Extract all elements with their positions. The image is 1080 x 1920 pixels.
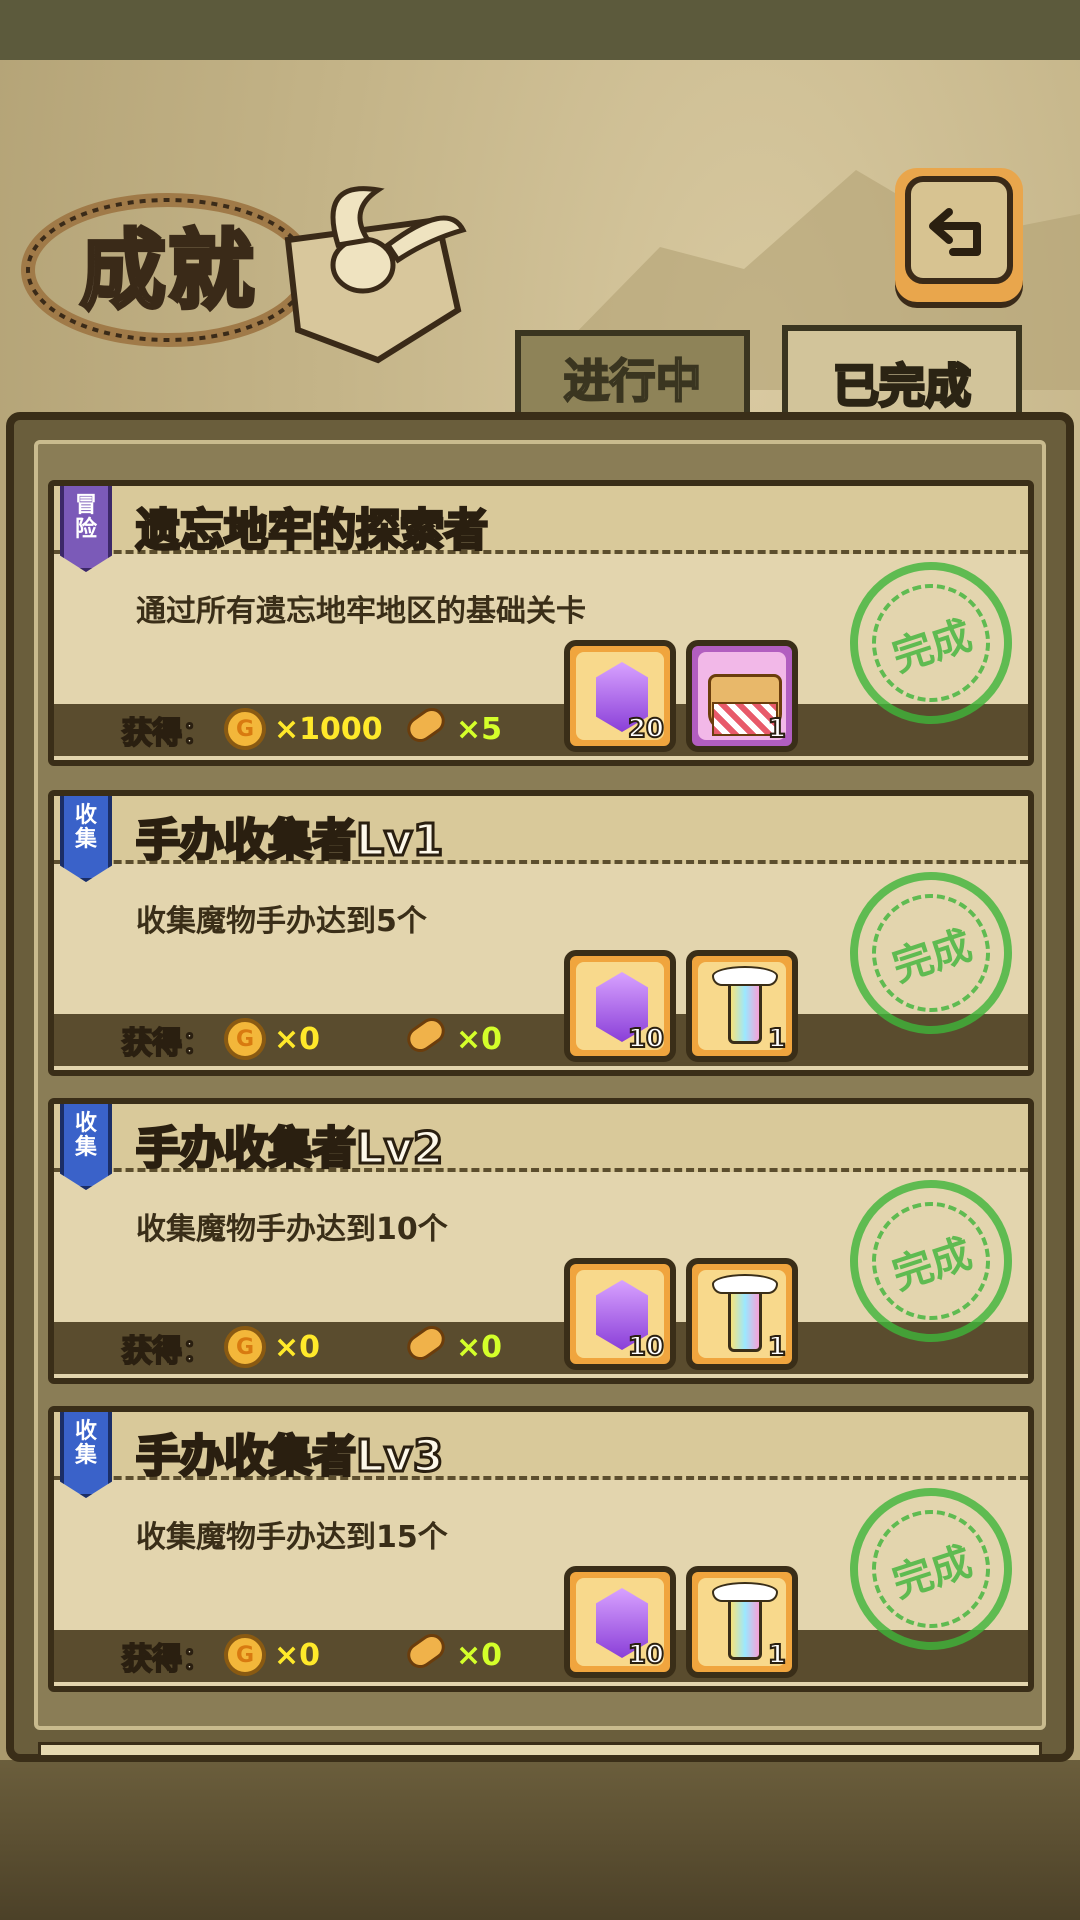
- item-count: 1: [767, 1639, 787, 1671]
- achievement-card: 收 集 手办收集者Lv3 收集魔物手办达到15个 获得： G ×0 ×0 10 …: [48, 1406, 1034, 1692]
- reward-label: 获得：: [121, 1641, 213, 1678]
- reward-item-bottle[interactable]: 1: [686, 1566, 798, 1678]
- category-badge: 收 集: [60, 796, 112, 882]
- bread-reward: ×0: [456, 1638, 503, 1673]
- reward-item-gem[interactable]: 10: [564, 1566, 676, 1678]
- gold-coin-icon: G: [224, 1326, 266, 1368]
- coin-reward: ×1000: [274, 712, 383, 747]
- gold-coin-icon: G: [224, 708, 266, 750]
- gold-coin-icon: G: [224, 1018, 266, 1060]
- badge-char: 收: [74, 1419, 97, 1444]
- item-count: 1: [767, 1331, 787, 1363]
- category-badge: 收 集: [60, 1104, 112, 1190]
- achievement-description: 通过所有遗忘地牢地区的基础关卡: [136, 594, 586, 629]
- category-badge: 冒 险: [60, 486, 112, 572]
- badge-char: 收: [74, 803, 97, 828]
- reward-item-gem[interactable]: 20: [564, 640, 676, 752]
- item-count: 10: [627, 1023, 665, 1055]
- badge-char: 集: [74, 1135, 97, 1160]
- reward-item-basket[interactable]: 1: [686, 640, 798, 752]
- achievement-title: 遗忘地牢的探索者: [135, 504, 490, 558]
- achievement-card: 收 集 手办收集者Lv1 收集魔物手办达到5个 获得： G ×0 ×0 10 1…: [48, 790, 1034, 1076]
- reward-label: 获得：: [121, 1333, 213, 1370]
- return-arrow-icon: [905, 176, 1013, 284]
- reward-label: 获得：: [121, 1025, 213, 1062]
- coin-reward: ×0: [274, 1022, 321, 1057]
- achievement-title: 手办收集者Lv2: [134, 1122, 444, 1176]
- reward-item-bottle[interactable]: 1: [686, 1258, 798, 1370]
- bread-reward: ×0: [456, 1330, 503, 1365]
- badge-char: 收: [74, 1111, 97, 1136]
- achievement-card: 冒 险 遗忘地牢的探索者 通过所有遗忘地牢地区的基础关卡 获得： G ×1000…: [48, 480, 1034, 766]
- badge-char: 冒: [74, 493, 97, 518]
- item-count: 10: [627, 1331, 665, 1363]
- item-count: 20: [627, 713, 665, 745]
- top-zigzag-border: [0, 0, 1080, 60]
- winged-bottle-icon: [728, 1288, 762, 1352]
- bottle-wing: [712, 1582, 778, 1602]
- achievement-description: 收集魔物手办达到5个: [136, 904, 427, 939]
- badge-char: 险: [74, 517, 97, 542]
- coin-reward: ×0: [274, 1638, 321, 1673]
- winged-bottle-icon: [728, 1596, 762, 1660]
- coin-reward: ×0: [274, 1330, 321, 1365]
- item-count: 10: [627, 1639, 665, 1671]
- bottle-wing: [712, 966, 778, 986]
- achievement-description: 收集魔物手办达到15个: [136, 1520, 448, 1555]
- panel-bottom-bar: [38, 1742, 1042, 1758]
- achievement-title: 手办收集者Lv1: [134, 814, 444, 868]
- achievement-title: 手办收集者Lv3: [134, 1430, 444, 1484]
- bread-reward: ×5: [456, 712, 503, 747]
- badge-char: 集: [74, 827, 97, 852]
- item-count: 1: [767, 1023, 787, 1055]
- badge-char: 集: [74, 1443, 97, 1468]
- reward-label: 获得：: [121, 715, 213, 752]
- bottle-wing: [712, 1274, 778, 1294]
- item-count: 1: [767, 713, 787, 745]
- bread-reward: ×0: [456, 1022, 503, 1057]
- category-badge: 收 集: [60, 1412, 112, 1498]
- achievement-card: 收 集 手办收集者Lv2 收集魔物手办达到10个 获得： G ×0 ×0 10 …: [48, 1098, 1034, 1384]
- reward-item-bottle[interactable]: 1: [686, 950, 798, 1062]
- winged-bottle-icon: [728, 980, 762, 1044]
- achievement-description: 收集魔物手办达到10个: [136, 1212, 448, 1247]
- page-title: 成就: [78, 218, 256, 323]
- bottom-background: [0, 1760, 1080, 1920]
- tab-in-progress[interactable]: 进行中: [515, 330, 750, 420]
- reward-item-gem[interactable]: 10: [564, 950, 676, 1062]
- gold-coin-icon: G: [224, 1634, 266, 1676]
- reward-item-gem[interactable]: 10: [564, 1258, 676, 1370]
- back-button[interactable]: [895, 168, 1023, 302]
